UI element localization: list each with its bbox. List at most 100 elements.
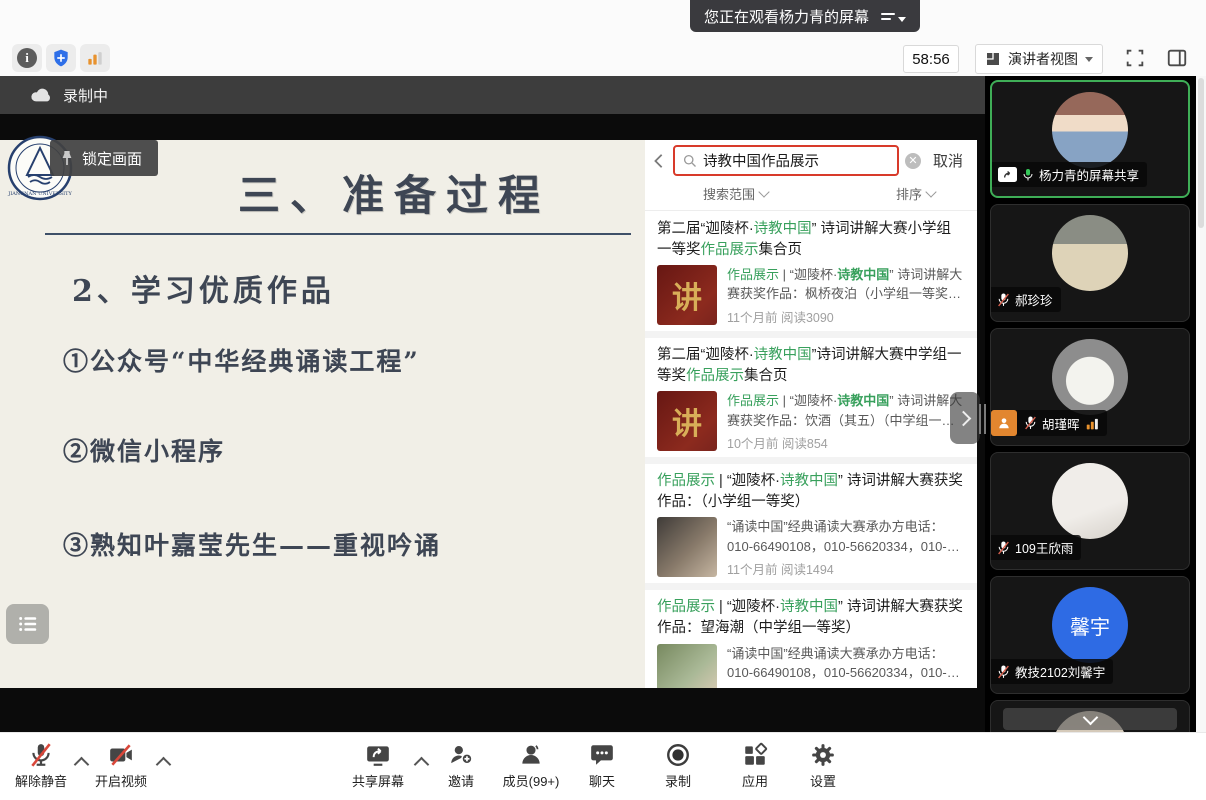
result-meta: 11个月前 阅读1494 bbox=[727, 559, 965, 578]
slide-point-3: ③熟知叶嘉莹先生——重视吟诵 bbox=[63, 526, 441, 562]
bottom-toolbar: 解除静音 开启视频 共享屏幕 bbox=[0, 732, 1206, 800]
scrollbar-thumb[interactable] bbox=[1198, 78, 1204, 228]
search-results-list: 第二届“迦陵杯·诗教中国” 诗词讲解大赛小学组一等奖作品展示集合页 讲 作品展示… bbox=[645, 212, 977, 688]
scroll-participants-down-button[interactable] bbox=[1003, 708, 1177, 730]
mic-muted-icon bbox=[997, 541, 1010, 555]
unmute-button[interactable]: 解除静音 bbox=[10, 742, 72, 790]
shared-screen-area: 录制中 JIANGNAN UNIVERSITY 锁定画面 三、准备过程 2、学习… bbox=[0, 76, 985, 732]
settings-button[interactable]: 设置 bbox=[795, 742, 851, 790]
search-scope-filter[interactable]: 搜索范围 bbox=[703, 184, 768, 203]
signal-bars-icon bbox=[85, 48, 105, 68]
viewing-screen-banner[interactable]: 您正在观看杨力青的屏幕 bbox=[690, 0, 920, 32]
participant-name: 杨力青的屏幕共享 bbox=[1039, 165, 1139, 184]
screen-share-icon bbox=[998, 167, 1017, 182]
share-screen-label: 共享屏幕 bbox=[352, 771, 404, 790]
search-result-item[interactable]: 第二届“迦陵杯·诗教中国” 诗词讲解大赛小学组一等奖作品展示集合页 讲 作品展示… bbox=[645, 212, 977, 331]
result-thumbnail bbox=[657, 517, 717, 577]
participant-tile[interactable]: 郝珍珍 bbox=[990, 204, 1190, 322]
shield-plus-icon bbox=[51, 48, 71, 68]
record-button[interactable]: 录制 bbox=[650, 742, 706, 790]
avatar: 馨宇 bbox=[1052, 587, 1128, 663]
meeting-info-button[interactable]: i bbox=[12, 44, 42, 72]
recording-label: 录制中 bbox=[63, 85, 108, 106]
result-title: 作品展示 | “迦陵杯·诗教中国” 诗词讲解大赛获奖作品：望海潮（中学组一等奖） bbox=[657, 597, 965, 638]
chevron-down-icon bbox=[1085, 57, 1093, 62]
signal-bars-icon bbox=[1085, 417, 1099, 430]
result-snippet: 作品展示 | “迦陵杯·诗教中国” 诗词讲解大赛获奖作品：枫桥夜泊（小学组一等奖… bbox=[727, 265, 965, 304]
view-mode-label: 演讲者视图 bbox=[1008, 49, 1078, 69]
fullscreen-button[interactable] bbox=[1120, 44, 1150, 72]
avatar bbox=[1052, 215, 1128, 291]
expand-sidebar-tab[interactable] bbox=[950, 392, 980, 444]
participant-label: 郝珍珍 bbox=[991, 287, 1061, 312]
participant-tile-sharing[interactable]: 杨力青的屏幕共享 bbox=[990, 80, 1190, 198]
banner-menu-icon[interactable] bbox=[881, 11, 906, 22]
video-options-chevron[interactable] bbox=[156, 757, 172, 773]
participant-name: 胡瑾晖 bbox=[1042, 414, 1080, 433]
security-button[interactable] bbox=[46, 44, 76, 72]
network-quality-button[interactable] bbox=[80, 44, 110, 72]
lock-view-label: 锁定画面 bbox=[82, 148, 142, 169]
recording-banner: 录制中 bbox=[0, 76, 985, 114]
sort-filter[interactable]: 排序 bbox=[896, 184, 935, 203]
view-mode-selector[interactable]: 演讲者视图 bbox=[975, 44, 1103, 74]
apps-button[interactable]: 应用 bbox=[727, 742, 783, 790]
chevron-down-icon bbox=[925, 186, 936, 197]
participant-name: 109王欣雨 bbox=[1015, 538, 1073, 557]
annotation-list-handle[interactable] bbox=[6, 604, 49, 644]
mic-muted-icon bbox=[997, 293, 1010, 307]
search-result-item[interactable]: 作品展示 | “迦陵杯·诗教中国” 诗词讲解大赛获奖作品：望海潮（中学组一等奖）… bbox=[645, 590, 977, 688]
audio-options-chevron[interactable] bbox=[74, 757, 90, 773]
slide-title-underline bbox=[45, 233, 631, 235]
apps-label: 应用 bbox=[742, 771, 768, 790]
chat-icon bbox=[589, 742, 615, 768]
chevron-right-icon bbox=[956, 410, 972, 426]
members-button[interactable]: 成员(99+) bbox=[494, 742, 568, 790]
participants-scrollbar[interactable] bbox=[1196, 76, 1206, 732]
participant-label: 109王欣雨 bbox=[991, 535, 1081, 560]
chevron-down-icon bbox=[758, 186, 769, 197]
divider bbox=[645, 457, 977, 464]
mic-muted-icon bbox=[997, 665, 1010, 679]
result-thumbnail bbox=[657, 644, 717, 688]
start-video-button[interactable]: 开启视频 bbox=[90, 742, 152, 790]
share-screen-button[interactable]: 共享屏幕 bbox=[346, 742, 410, 790]
invite-label: 邀请 bbox=[448, 771, 474, 790]
mic-muted-icon bbox=[28, 742, 54, 768]
divider bbox=[645, 583, 977, 590]
presentation-slide: JIANGNAN UNIVERSITY 锁定画面 三、准备过程 2、学习优质作品… bbox=[0, 140, 645, 688]
top-toolbar: i 58:56 演讲者视图 bbox=[0, 0, 1206, 76]
participant-tile-partial[interactable] bbox=[990, 700, 1190, 732]
clear-search-button[interactable]: ✕ bbox=[905, 153, 921, 169]
participant-tile[interactable]: 胡瑾晖 bbox=[990, 328, 1190, 446]
participant-label: 胡瑾晖 bbox=[991, 410, 1107, 436]
search-result-item[interactable]: 第二届“迦陵杯·诗教中国”诗词讲解大赛中学组一等奖作品展示集合页 讲 作品展示 … bbox=[645, 338, 977, 457]
cancel-search-button[interactable]: 取消 bbox=[927, 150, 969, 171]
search-result-item[interactable]: 作品展示 | “迦陵杯·诗教中国” 诗词讲解大赛获奖作品：（小学组一等奖） “诵… bbox=[645, 464, 977, 583]
invite-button[interactable]: 邀请 bbox=[433, 742, 489, 790]
avatar bbox=[1052, 339, 1128, 415]
chat-label: 聊天 bbox=[589, 771, 615, 790]
members-label: 成员(99+) bbox=[503, 771, 560, 790]
apps-icon bbox=[742, 742, 768, 768]
search-icon bbox=[682, 153, 697, 168]
share-options-chevron[interactable] bbox=[414, 757, 430, 773]
lock-view-tooltip[interactable]: 锁定画面 bbox=[50, 140, 158, 176]
start-video-label: 开启视频 bbox=[95, 771, 147, 790]
participant-label: 教技2102刘馨宇 bbox=[991, 659, 1113, 684]
search-input[interactable]: 诗教中国作品展示 bbox=[673, 145, 899, 176]
result-meta: 10个月前 阅读854 bbox=[727, 433, 965, 452]
participant-tile[interactable]: 馨宇 教技2102刘馨宇 bbox=[990, 576, 1190, 694]
record-icon bbox=[665, 742, 691, 768]
divider bbox=[645, 331, 977, 338]
slide-title: 三、准备过程 bbox=[238, 162, 550, 223]
participant-tile[interactable]: 109王欣雨 bbox=[990, 452, 1190, 570]
participants-sidebar: 杨力青的屏幕共享 郝珍珍 bbox=[985, 76, 1196, 732]
result-thumbnail: 讲 bbox=[657, 265, 717, 325]
panel-splitter-handle[interactable] bbox=[979, 404, 986, 434]
avatar bbox=[1052, 463, 1128, 539]
back-chevron-icon[interactable] bbox=[651, 152, 667, 170]
screen-share-icon bbox=[365, 742, 391, 768]
chat-button[interactable]: 聊天 bbox=[574, 742, 630, 790]
toggle-sidebar-button[interactable] bbox=[1160, 44, 1194, 72]
